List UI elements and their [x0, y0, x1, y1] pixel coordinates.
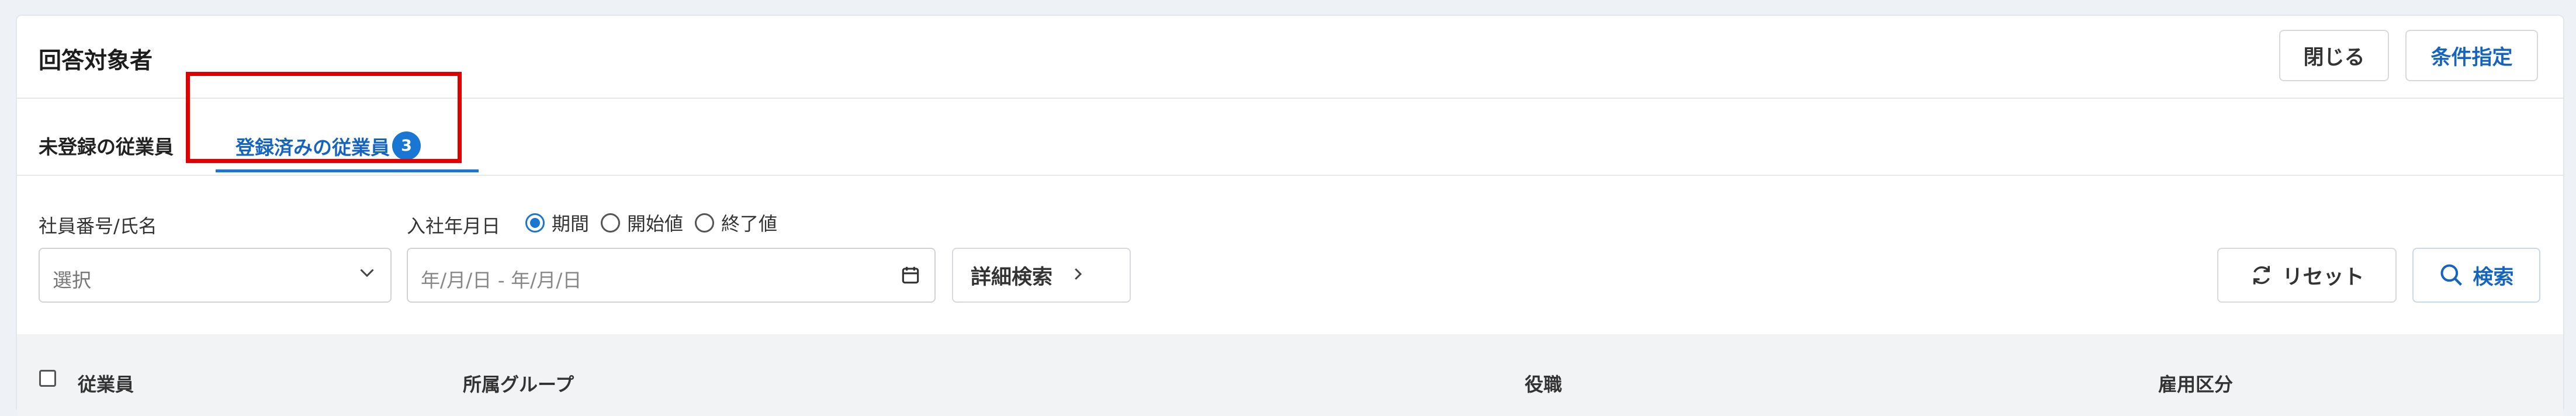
column-header-position[interactable]: 役職	[1525, 370, 1562, 397]
radio-period[interactable]: 期間	[525, 209, 589, 236]
radio-start-label: 開始値	[627, 213, 684, 235]
highlight-box	[186, 72, 462, 163]
radio-period-label: 期間	[552, 213, 590, 235]
detail-search-button[interactable]: 詳細検索	[952, 248, 1131, 303]
radio-end-label: 終了値	[721, 213, 778, 235]
refresh-icon	[2249, 263, 2274, 287]
search-icon	[2439, 262, 2464, 288]
radio-unselected-icon	[695, 213, 715, 233]
date-mode-radio-group: 期間 開始値 終了値	[525, 209, 789, 236]
chevron-right-icon	[1069, 262, 1086, 289]
calendar-icon[interactable]	[899, 264, 922, 289]
employee-select-placeholder: 選択	[53, 269, 91, 292]
date-range-placeholder: 年/月/日 - 年/月/日	[421, 269, 582, 292]
radio-start-value[interactable]: 開始値	[601, 209, 683, 236]
table-header: 従業員 所属グループ 役職 雇用区分	[17, 334, 2563, 416]
radio-unselected-icon	[601, 213, 621, 233]
search-button[interactable]: 検索	[2412, 248, 2540, 303]
radio-end-value[interactable]: 終了値	[695, 209, 777, 236]
tab-unregistered-employees[interactable]: 未登録の従業員	[39, 131, 174, 160]
column-header-group[interactable]: 所属グループ	[463, 370, 574, 397]
employee-select[interactable]: 選択	[39, 248, 392, 303]
reset-label: リセット	[2282, 265, 2364, 289]
select-all-checkbox[interactable]	[39, 370, 56, 387]
radio-selected-icon	[525, 213, 545, 233]
active-tab-indicator	[216, 169, 479, 172]
employee-filter-label: 社員番号/氏名	[39, 215, 157, 237]
date-range-input[interactable]: 年/月/日 - 年/月/日	[407, 248, 936, 303]
hire-date-label: 入社年月日	[407, 215, 501, 237]
chevron-down-icon	[356, 262, 378, 289]
column-header-employment-type[interactable]: 雇用区分	[2158, 370, 2233, 397]
reset-button[interactable]: リセット	[2217, 248, 2397, 303]
panel-title: 回答対象者	[39, 48, 153, 74]
condition-button[interactable]: 条件指定	[2405, 30, 2538, 81]
column-header-employee[interactable]: 従業員	[78, 370, 134, 397]
search-label: 検索	[2473, 265, 2514, 289]
close-button[interactable]: 閉じる	[2279, 30, 2389, 81]
detail-search-label: 詳細検索	[971, 265, 1053, 289]
